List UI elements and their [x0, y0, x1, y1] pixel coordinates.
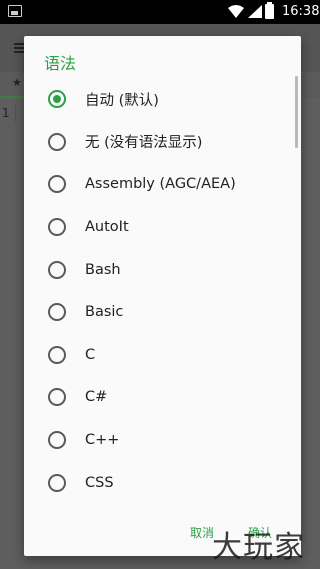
radio-button[interactable]	[48, 388, 66, 407]
radio-button[interactable]	[48, 473, 66, 492]
battery-charging-icon	[265, 2, 274, 19]
line-number: 1	[2, 106, 10, 120]
image-icon	[8, 5, 22, 17]
option-none[interactable]: 无 (没有语法显示)	[24, 121, 301, 164]
radio-button[interactable]	[48, 260, 66, 279]
option-c[interactable]: C	[24, 334, 301, 377]
radio-button-checked[interactable]	[48, 90, 66, 109]
option-label: AutoIt	[85, 219, 129, 236]
option-label: 无 (没有语法显示)	[85, 135, 203, 152]
option-basic[interactable]: Basic	[24, 291, 301, 334]
syntax-dialog: 语法 自动 (默认) 无 (没有语法显示) Assembly (AGC/AEA)…	[24, 36, 301, 556]
radio-button[interactable]	[48, 132, 66, 151]
radio-button[interactable]	[48, 175, 66, 194]
option-autoit[interactable]: AutoIt	[24, 206, 301, 249]
option-auto[interactable]: 自动 (默认)	[24, 78, 301, 121]
option-label: C	[85, 346, 96, 363]
option-label: Bash	[85, 261, 121, 278]
radio-button[interactable]	[48, 218, 66, 237]
text-cursor	[15, 104, 16, 122]
watermark-logo: 大玩家	[212, 530, 305, 565]
radio-button[interactable]	[48, 345, 66, 364]
option-assembly[interactable]: Assembly (AGC/AEA)	[24, 163, 301, 206]
option-bash[interactable]: Bash	[24, 248, 301, 291]
option-label: C#	[85, 389, 108, 406]
status-time: 16:38	[282, 4, 320, 19]
option-css[interactable]: CSS	[24, 461, 301, 504]
dialog-title: 语法	[44, 54, 77, 73]
radio-button[interactable]	[48, 303, 66, 322]
tab-modified-star: ★	[12, 76, 22, 89]
option-label: Assembly (AGC/AEA)	[85, 176, 236, 193]
wifi-icon	[228, 5, 244, 18]
option-label: 自动 (默认)	[85, 92, 159, 109]
option-label: CSS	[85, 474, 114, 491]
cancel-button[interactable]: 取消	[190, 524, 214, 541]
option-label: C++	[85, 432, 120, 449]
syntax-option-list: 自动 (默认) 无 (没有语法显示) Assembly (AGC/AEA) Au…	[24, 78, 301, 504]
status-bar: 16:38	[0, 0, 320, 24]
option-label: Basic	[85, 304, 124, 321]
option-cpp[interactable]: C++	[24, 419, 301, 462]
radio-button[interactable]	[48, 431, 66, 450]
option-csharp[interactable]: C#	[24, 376, 301, 419]
signal-icon	[248, 5, 262, 18]
